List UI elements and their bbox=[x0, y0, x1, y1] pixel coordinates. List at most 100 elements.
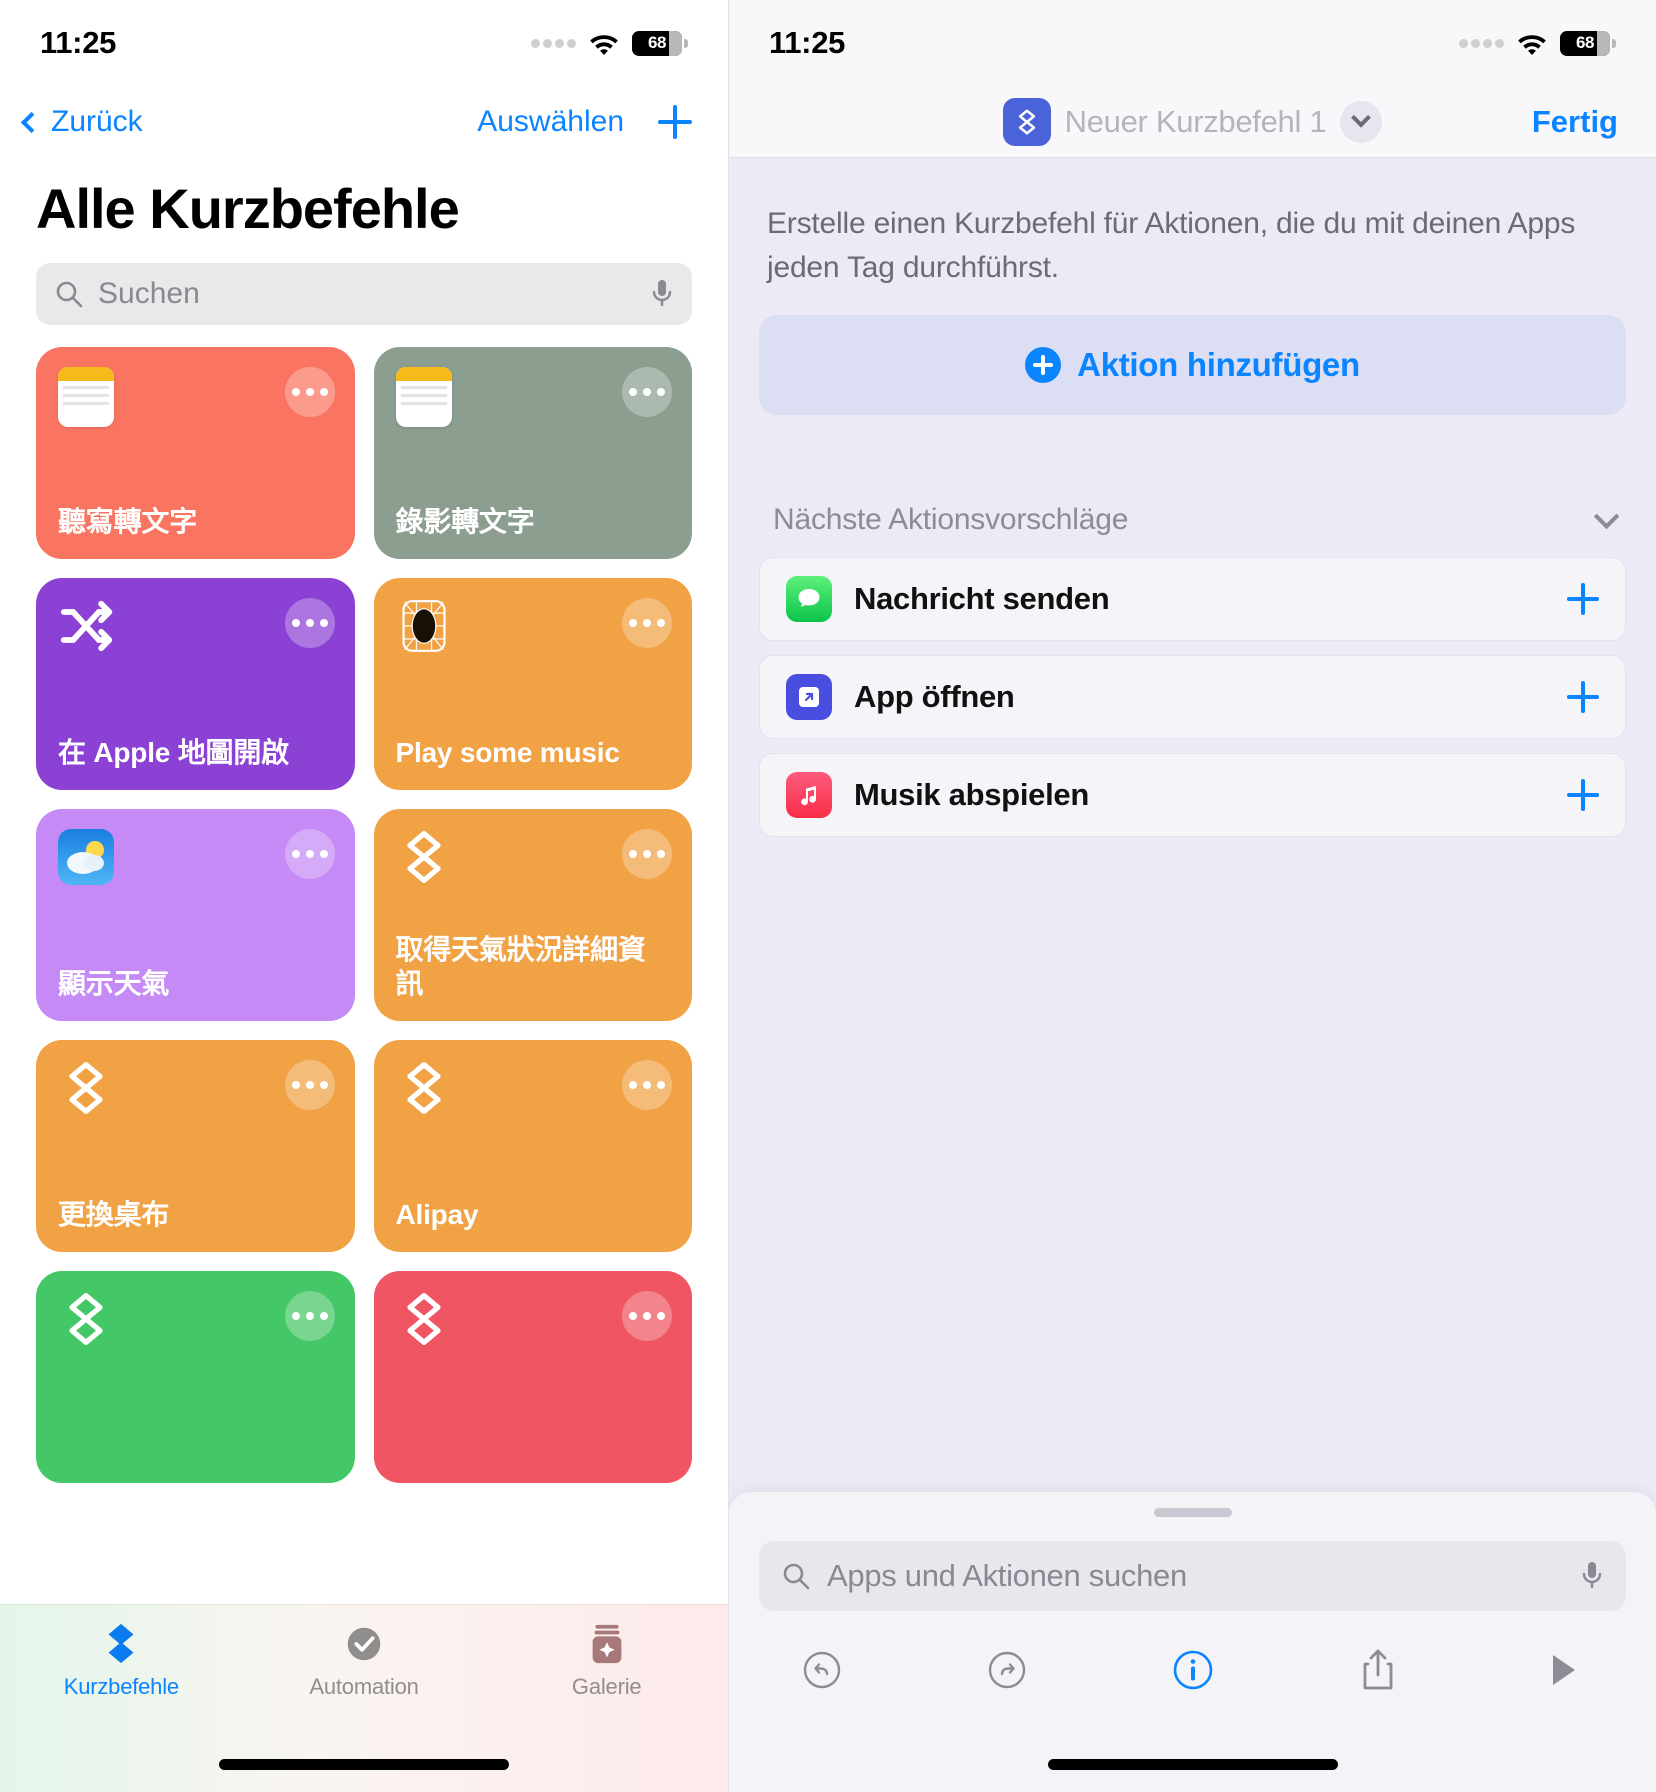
shortcut-tile[interactable]: Play some music bbox=[373, 578, 692, 790]
add-suggestion-button[interactable] bbox=[1567, 583, 1599, 615]
shortcut-label: 取得天氣狀況詳細資訊 bbox=[395, 933, 646, 999]
microphone-icon[interactable] bbox=[650, 278, 674, 310]
tab-galerie[interactable]: Galerie bbox=[485, 1621, 728, 1700]
add-suggestion-button[interactable] bbox=[1567, 681, 1599, 713]
shortcut-tile[interactable]: 錄影轉文字 bbox=[373, 347, 692, 559]
tile-more-button[interactable] bbox=[622, 829, 672, 879]
back-button-label: Zurück bbox=[51, 105, 143, 138]
tile-more-button[interactable] bbox=[284, 1060, 335, 1110]
status-indicators: 68 bbox=[531, 30, 688, 56]
music-grid-icon bbox=[401, 600, 446, 652]
search-placeholder: Suchen bbox=[98, 277, 200, 310]
shortcut-tile[interactable] bbox=[36, 1271, 355, 1483]
tile-more-button[interactable] bbox=[622, 1291, 672, 1341]
shortcut-label: 更換桌布 bbox=[58, 1198, 170, 1230]
right-phone-screen: 11:25 68 Neuer Kurzbefehl 1 Fertig Erste… bbox=[728, 0, 1656, 1792]
page-title: Alle Kurzbefehle bbox=[36, 177, 460, 240]
music-app-icon bbox=[786, 772, 832, 818]
open-app-icon bbox=[786, 674, 832, 720]
dual-screenshot: 11:25 68 Zurück Auswählen Alle Kurzbefeh… bbox=[0, 0, 1656, 1792]
undo-icon[interactable] bbox=[729, 1648, 914, 1692]
cellular-dots-icon bbox=[1459, 38, 1504, 48]
shuffle-icon bbox=[60, 600, 113, 652]
info-icon[interactable] bbox=[1100, 1647, 1285, 1693]
search-input[interactable]: Suchen bbox=[36, 263, 692, 325]
bottom-sheet: Apps und Aktionen suchen bbox=[729, 1492, 1656, 1792]
shortcuts-glyph-icon bbox=[69, 1293, 103, 1345]
tile-more-button[interactable] bbox=[622, 1060, 672, 1110]
sheet-grabber[interactable] bbox=[1153, 1508, 1232, 1517]
shortcut-tile[interactable]: 顯示天氣 bbox=[36, 809, 355, 1021]
tile-more-button[interactable] bbox=[622, 367, 672, 417]
suggestions-header[interactable]: Nächste Aktionsvorschläge bbox=[759, 415, 1626, 557]
battery-indicator: 68 bbox=[1560, 30, 1616, 56]
suggestion-label: App öffnen bbox=[854, 679, 1015, 714]
search-icon bbox=[783, 1563, 810, 1590]
suggestion-row[interactable]: Nachricht senden bbox=[759, 557, 1626, 641]
microphone-icon[interactable] bbox=[1580, 1560, 1604, 1592]
chevron-down-icon[interactable] bbox=[1593, 503, 1620, 530]
shortcut-tile[interactable]: 更換桌布 bbox=[36, 1040, 355, 1252]
right-content: Erstelle einen Kurzbefehl für Aktionen, … bbox=[729, 158, 1656, 837]
tab-kurzbefehle[interactable]: Kurzbefehle bbox=[0, 1621, 243, 1700]
bottom-tab-bar: Kurzbefehle Automation Galerie bbox=[0, 1604, 728, 1792]
home-indicator bbox=[219, 1759, 509, 1770]
status-clock: 11:25 bbox=[40, 25, 117, 60]
shortcuts-glyph-icon bbox=[406, 831, 441, 883]
chevron-left-icon bbox=[20, 111, 43, 133]
tab-label: Automation bbox=[309, 1674, 419, 1699]
cellular-dots-icon bbox=[531, 38, 576, 48]
back-button[interactable]: Zurück bbox=[20, 105, 143, 139]
wifi-icon bbox=[1518, 34, 1546, 55]
tile-more-button[interactable] bbox=[284, 598, 335, 648]
tile-more-button[interactable] bbox=[622, 598, 672, 648]
chevron-down-icon[interactable] bbox=[1340, 100, 1383, 143]
gallery-tab-icon bbox=[592, 1624, 622, 1664]
suggestion-row[interactable]: App öffnen bbox=[759, 655, 1626, 739]
home-indicator bbox=[1047, 1759, 1338, 1770]
tab-label: Kurzbefehle bbox=[63, 1674, 179, 1699]
weather-app-icon bbox=[58, 829, 114, 885]
right-status-bar: 11:25 68 bbox=[729, 0, 1656, 86]
suggestion-row[interactable]: Musik abspielen bbox=[759, 753, 1626, 837]
add-suggestion-button[interactable] bbox=[1567, 779, 1599, 811]
tile-more-button[interactable] bbox=[284, 367, 335, 417]
redo-icon[interactable] bbox=[914, 1648, 1099, 1692]
shortcut-label: 錄影轉文字 bbox=[395, 505, 535, 537]
tile-more-button[interactable] bbox=[284, 1291, 335, 1341]
search-placeholder: Apps und Aktionen suchen bbox=[827, 1558, 1187, 1593]
shortcut-label: 顯示天氣 bbox=[58, 967, 170, 999]
tile-more-button[interactable] bbox=[284, 829, 335, 879]
notes-app-icon bbox=[58, 367, 114, 427]
tab-label: Galerie bbox=[571, 1674, 642, 1699]
shortcut-tile[interactable] bbox=[373, 1271, 692, 1483]
battery-level: 68 bbox=[1575, 33, 1595, 52]
shortcut-description: Erstelle einen Kurzbefehl für Aktionen, … bbox=[767, 207, 1576, 284]
add-action-button[interactable]: Aktion hinzufügen bbox=[759, 315, 1626, 415]
plus-icon[interactable] bbox=[658, 105, 692, 139]
shortcut-tile[interactable]: 在 Apple 地圖開啟 bbox=[36, 578, 355, 790]
add-action-label: Aktion hinzufügen bbox=[1077, 346, 1360, 383]
suggestion-label: Musik abspielen bbox=[854, 777, 1089, 812]
left-nav-bar: Zurück Auswählen bbox=[0, 86, 728, 158]
editor-toolbar bbox=[729, 1624, 1656, 1716]
plus-circle-icon bbox=[1025, 347, 1062, 383]
nav-right-actions: Auswählen bbox=[477, 105, 692, 139]
shortcut-label: Play some music bbox=[395, 736, 620, 768]
play-icon[interactable] bbox=[1471, 1650, 1656, 1690]
apps-actions-search-input[interactable]: Apps und Aktionen suchen bbox=[759, 1541, 1626, 1611]
select-button[interactable]: Auswählen bbox=[477, 105, 624, 139]
tab-automation[interactable]: Automation bbox=[243, 1621, 486, 1700]
shortcut-label: 聽寫轉文字 bbox=[58, 505, 198, 537]
done-button[interactable]: Fertig bbox=[1532, 104, 1618, 140]
shortcut-label: Alipay bbox=[395, 1198, 479, 1230]
shortcuts-glyph-icon bbox=[1002, 97, 1051, 146]
automation-tab-icon bbox=[347, 1627, 381, 1661]
share-icon[interactable] bbox=[1285, 1647, 1470, 1693]
shortcut-name-button[interactable]: Neuer Kurzbefehl 1 bbox=[1002, 97, 1383, 146]
shortcut-tile[interactable]: Alipay bbox=[373, 1040, 692, 1252]
shortcut-tile[interactable]: 取得天氣狀況詳細資訊 bbox=[373, 809, 692, 1021]
shortcut-tile[interactable]: 聽寫轉文字 bbox=[36, 347, 355, 559]
suggestion-label: Nachricht senden bbox=[854, 581, 1110, 616]
shortcuts-glyph-icon bbox=[406, 1293, 441, 1345]
